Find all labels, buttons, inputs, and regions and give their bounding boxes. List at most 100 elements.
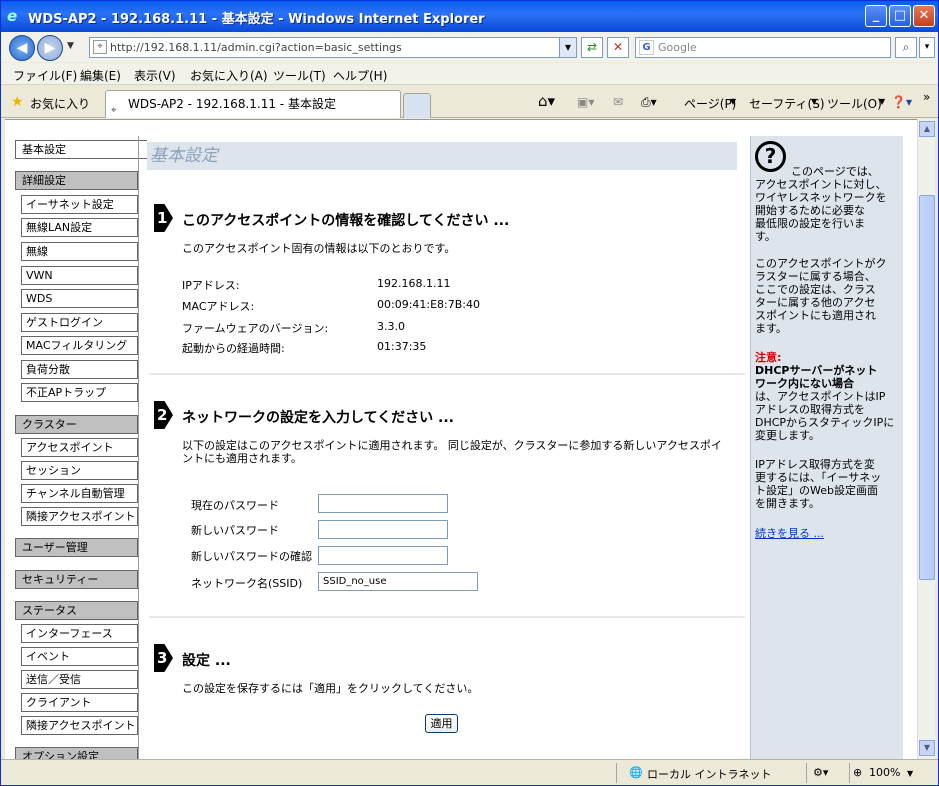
tab-label: WDS-AP2 - 192.168.1.11 - 基本設定 xyxy=(128,97,336,111)
sidebar-item-tx-rx[interactable]: 送信／受信 xyxy=(21,670,138,689)
address-dropdown-button[interactable]: ▾ xyxy=(559,37,577,58)
address-bar[interactable]: ⌖ http://192.168.1.11/admin.cgi?action=b… xyxy=(89,37,577,58)
sidebar-item-wds[interactable]: WDS xyxy=(21,289,138,308)
home-icon[interactable]: ⌂▾ xyxy=(538,92,555,110)
status-bar: 🌐 ローカル イントラネット ⚙▾ ⊕ 100% ▼ xyxy=(1,759,938,785)
step-number-icon: 1 xyxy=(154,204,173,232)
sidebar-item-load-balance[interactable]: 負荷分散 xyxy=(21,360,138,379)
browser-tab[interactable]: ⌖ WDS-AP2 - 192.168.1.11 - 基本設定 xyxy=(105,90,401,118)
browser-window: e WDS-AP2 - 192.168.1.11 - 基本設定 - Window… xyxy=(0,0,939,786)
refresh-button[interactable]: ⇄ xyxy=(581,37,603,58)
zoom-level[interactable]: 100% xyxy=(869,766,900,779)
scroll-down-icon[interactable]: ▼ xyxy=(919,740,935,756)
sidebar-item-basic-settings[interactable]: 基本設定 xyxy=(15,140,147,159)
protected-mode-icon[interactable]: ⚙▾ xyxy=(813,766,828,779)
forward-button[interactable]: ▶ xyxy=(37,35,63,61)
ssid-input[interactable]: SSID_no_use xyxy=(318,572,478,591)
step-number-icon: 3 xyxy=(154,644,173,672)
page-menu[interactable]: ページ(P) xyxy=(684,95,736,112)
search-input[interactable]: G Google xyxy=(635,37,891,58)
confirm-password-label: 新しいパスワードの確認 xyxy=(191,550,312,563)
sidebar-item-status-neighbor-ap[interactable]: 隣接アクセスポイント xyxy=(21,716,138,735)
help-text-1c: ワイヤレスネットワークを xyxy=(755,191,887,204)
sidebar-item-interfaces[interactable]: インターフェース xyxy=(21,624,138,643)
menu-favorites[interactable]: お気に入り(A) xyxy=(190,67,268,84)
sidebar-item-neighbor-ap[interactable]: 隣接アクセスポイント xyxy=(21,507,138,526)
scroll-up-icon[interactable]: ▲ xyxy=(919,121,935,137)
mail-icon[interactable]: ✉ xyxy=(613,95,623,109)
menu-view[interactable]: 表示(V) xyxy=(134,67,176,84)
help-text-3c: DHCPからスタティックIPに xyxy=(755,416,895,429)
minimize-button[interactable]: _ xyxy=(865,5,887,27)
sidebar-group-options[interactable]: オプション設定 xyxy=(15,747,138,759)
section-desc: この設定を保存するには「適用」をクリックしてください。 xyxy=(182,682,479,695)
help-text-2f: ます。 xyxy=(755,322,787,335)
apply-button[interactable]: 適用 xyxy=(425,714,458,733)
help-icon[interactable]: ❓▾ xyxy=(891,95,912,109)
maximize-button[interactable]: □ xyxy=(889,5,911,27)
help-text-4d: を開きます。 xyxy=(755,497,820,510)
divider xyxy=(149,616,745,618)
search-placeholder: Google xyxy=(658,41,697,54)
page-icon: ⌖ xyxy=(93,40,107,54)
menu-file[interactable]: ファイル(F) xyxy=(13,67,77,84)
zoom-icon[interactable]: ⊕ xyxy=(853,766,862,779)
read-more-link[interactable]: 続きを見る ... xyxy=(755,527,824,540)
history-dropdown-icon[interactable]: ▼ xyxy=(67,41,74,51)
help-text-4a: IPアドレス取得方式を変 xyxy=(755,458,875,471)
toolbar-more-chevron-icon[interactable]: » xyxy=(923,90,930,104)
mac-label: MACアドレス: xyxy=(182,300,255,313)
zoom-chevron-icon[interactable]: ▼ xyxy=(907,769,913,778)
new-password-label: 新しいパスワード xyxy=(191,524,279,537)
menu-edit[interactable]: 編集(E) xyxy=(80,67,121,84)
sidebar-group-status[interactable]: ステータス xyxy=(15,601,138,620)
mac-value: 00:09:41:E8:7B:40 xyxy=(377,298,481,311)
sidebar-group-user-mgmt[interactable]: ユーザー管理 xyxy=(15,538,138,557)
favorites-button[interactable]: お気に入り xyxy=(30,95,90,112)
sidebar-item-rogue-ap[interactable]: 不正APトラップ xyxy=(21,383,138,402)
menu-tools[interactable]: ツール(T) xyxy=(273,67,326,84)
close-button[interactable]: ✕ xyxy=(913,5,935,27)
sidebar-item-wireless[interactable]: 無線 xyxy=(21,242,138,261)
print-icon[interactable]: ⎙▾ xyxy=(641,95,657,110)
help-text-3d: 変更します。 xyxy=(755,429,820,442)
new-password-input[interactable] xyxy=(318,520,448,539)
help-text-1b: アクセスポイントに対し、 xyxy=(755,178,887,191)
stop-button[interactable]: ✕ xyxy=(607,37,629,58)
sidebar-item-clients[interactable]: クライアント xyxy=(21,693,138,712)
back-button[interactable]: ◀ xyxy=(9,35,35,61)
sidebar-item-access-points[interactable]: アクセスポイント xyxy=(21,438,138,457)
google-icon: G xyxy=(639,40,654,55)
sidebar-item-ethernet[interactable]: イーサネット設定 xyxy=(21,195,138,214)
scroll-thumb[interactable] xyxy=(919,195,935,580)
sidebar-group-security[interactable]: セキュリティー xyxy=(15,570,138,589)
sidebar-item-mac-filter[interactable]: MACフィルタリング xyxy=(21,336,138,355)
current-password-input[interactable] xyxy=(318,494,448,513)
sidebar-item-events[interactable]: イベント xyxy=(21,647,138,666)
sidebar-group-cluster[interactable]: クラスター xyxy=(15,415,138,434)
feeds-icon[interactable]: ▣▾ xyxy=(577,95,594,109)
sidebar-item-vwn[interactable]: VWN xyxy=(21,266,138,285)
help-text-2b: ラスターに属する場合、 xyxy=(755,270,876,283)
status-divider xyxy=(806,763,807,783)
menu-help[interactable]: ヘルプ(H) xyxy=(333,67,387,84)
sidebar-group-advanced[interactable]: 詳細設定 xyxy=(15,171,138,190)
sidebar-item-guest-login[interactable]: ゲストログイン xyxy=(21,313,138,332)
current-password-label: 現在のパスワード xyxy=(191,499,279,512)
help-text-2d: ターに属する他のアクセ xyxy=(755,296,876,309)
sidebar-item-wlan[interactable]: 無線LAN設定 xyxy=(21,218,138,237)
section-desc: このアクセスポイント固有の情報は以下のとおりです。 xyxy=(182,242,456,255)
vertical-scrollbar[interactable]: ▲ ▼ xyxy=(917,119,935,759)
sidebar-item-sessions[interactable]: セッション xyxy=(21,461,138,480)
status-divider xyxy=(616,763,617,783)
search-options-button[interactable]: ▾ xyxy=(919,37,935,58)
title-bar: e WDS-AP2 - 192.168.1.11 - 基本設定 - Window… xyxy=(1,1,938,32)
confirm-password-input[interactable] xyxy=(318,546,448,565)
sidebar-item-channel-mgmt[interactable]: チャンネル自動管理 xyxy=(21,484,138,503)
tools-menu[interactable]: ツール(O) xyxy=(827,95,882,112)
new-tab-button[interactable] xyxy=(403,93,431,118)
ip-value: 192.168.1.11 xyxy=(377,277,451,290)
help-warning-label: 注意: xyxy=(755,351,782,364)
web-content: 基本設定 詳細設定 イーサネット設定 無線LAN設定 無線 VWN WDS ゲス… xyxy=(5,119,917,759)
search-button[interactable]: ⌕ xyxy=(895,37,917,58)
